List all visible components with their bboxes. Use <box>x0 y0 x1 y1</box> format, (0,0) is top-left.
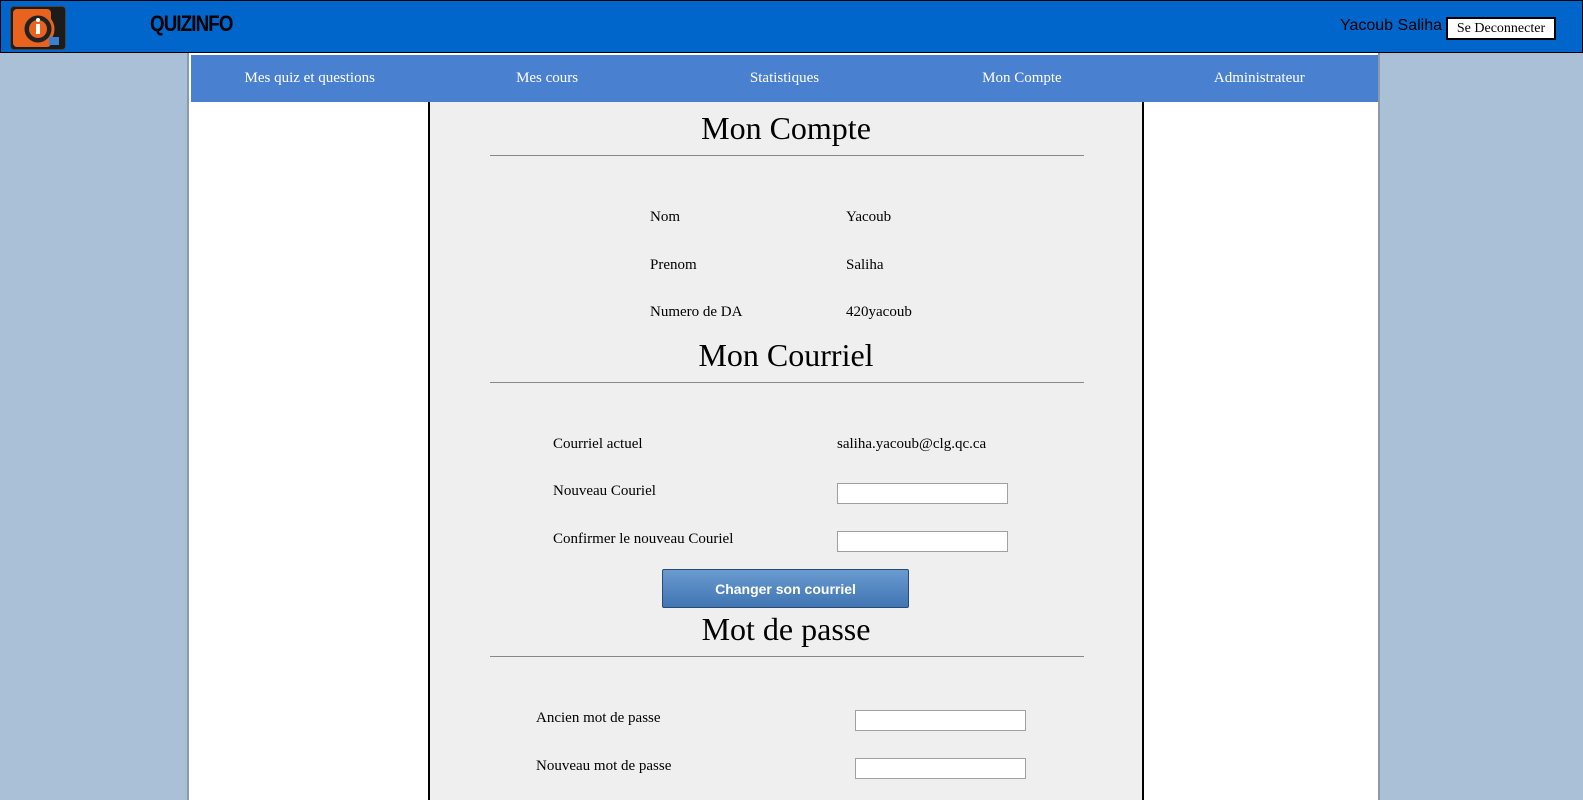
nav-item-statistiques[interactable]: Statistiques <box>666 55 903 102</box>
numero-da-value: 420yacoub <box>846 304 912 320</box>
new-password-label: Nouveau mot de passe <box>536 758 672 774</box>
current-user-name: Yacoub Saliha <box>1340 17 1442 34</box>
logout-button[interactable]: Se Deconnecter <box>1446 17 1556 40</box>
quizinfo-logo <box>10 6 66 50</box>
password-section-title: Mot de passe <box>701 611 871 647</box>
new-password-input[interactable] <box>855 758 1026 779</box>
nav-item-administrateur[interactable]: Administrateur <box>1141 55 1378 102</box>
nav-item-mes-cours[interactable]: Mes cours <box>428 55 665 102</box>
new-email-label: Nouveau Couriel <box>553 483 656 499</box>
nom-value: Yacoub <box>846 209 892 225</box>
email-divider <box>490 382 1084 383</box>
account-divider <box>490 155 1084 156</box>
main-nav: Mes quiz et questions Mes cours Statisti… <box>191 55 1378 102</box>
confirm-email-input[interactable] <box>837 531 1008 552</box>
numero-da-label: Numero de DA <box>650 304 743 320</box>
top-header: QUIZINFO Yacoub Saliha Se Deconnecter <box>0 0 1583 53</box>
password-divider <box>490 656 1084 657</box>
current-email-value: saliha.yacoub@clg.qc.ca <box>837 436 987 452</box>
confirm-email-label: Confirmer le nouveau Couriel <box>553 531 734 547</box>
nav-item-mes-quiz[interactable]: Mes quiz et questions <box>191 55 428 102</box>
logo-icon <box>11 7 65 49</box>
account-panel: Mon Compte Nom Yacoub Prenom Saliha Nume… <box>428 102 1144 800</box>
old-password-input[interactable] <box>855 710 1026 731</box>
email-section-title: Mon Courriel <box>698 337 874 373</box>
nom-label: Nom <box>650 209 680 225</box>
prenom-value: Saliha <box>846 257 884 273</box>
nav-item-mon-compte[interactable]: Mon Compte <box>903 55 1140 102</box>
account-section-title: Mon Compte <box>701 110 871 146</box>
current-email-label: Courriel actuel <box>553 436 643 452</box>
brand-title: QUIZINFO <box>150 11 233 36</box>
prenom-label: Prenom <box>650 257 697 273</box>
old-password-label: Ancien mot de passe <box>536 710 661 726</box>
change-email-button[interactable]: Changer son courriel <box>662 569 909 608</box>
new-email-input[interactable] <box>837 483 1008 504</box>
